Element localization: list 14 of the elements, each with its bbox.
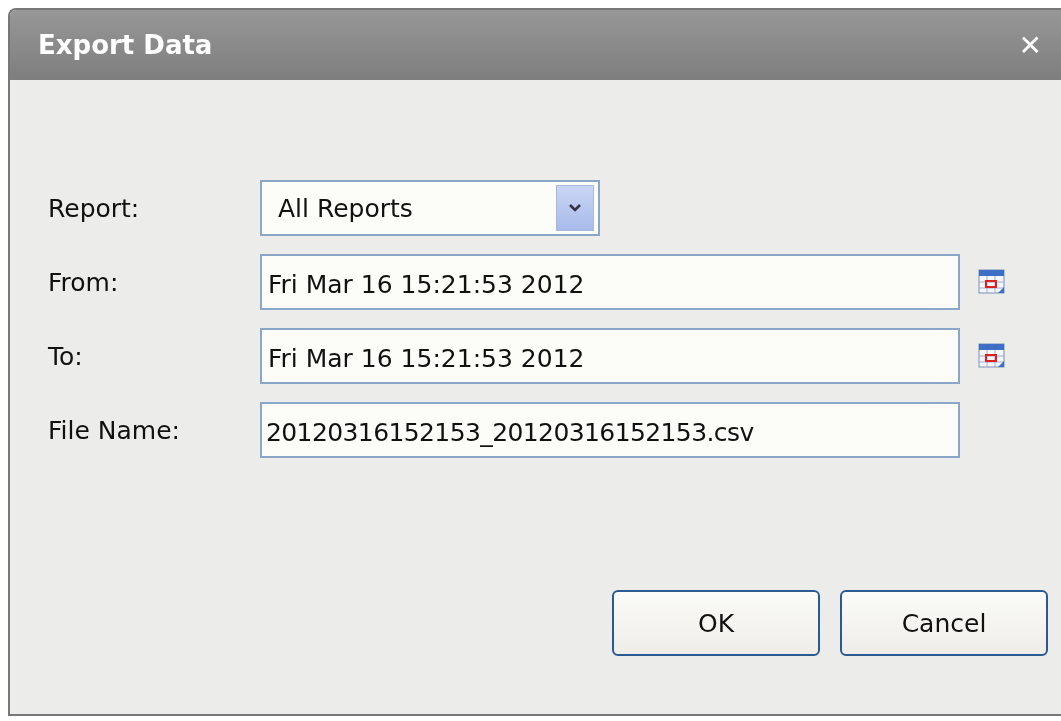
field-label: File Name: <box>48 415 181 445</box>
file-name-field[interactable]: 20120316152153_20120316152153.csv <box>260 402 960 458</box>
field-label: From: <box>48 267 120 297</box>
calendar-icon[interactable] <box>978 343 1006 369</box>
field-label: To: <box>48 341 84 371</box>
window-title: Export Data <box>38 30 213 60</box>
date-field[interactable]: Fri Mar 16 15:21:53 2012 <box>260 254 960 310</box>
chevron-down-icon <box>568 203 582 213</box>
field-label: Report: <box>48 193 141 223</box>
date-field[interactable]: Fri Mar 16 15:21:53 2012 <box>260 328 960 384</box>
ok-button[interactable]: OK <box>612 590 820 656</box>
calendar-icon[interactable] <box>978 269 1006 295</box>
cancel-button[interactable]: Cancel <box>840 590 1048 656</box>
report-dropdown[interactable]: All Reports <box>260 180 600 236</box>
